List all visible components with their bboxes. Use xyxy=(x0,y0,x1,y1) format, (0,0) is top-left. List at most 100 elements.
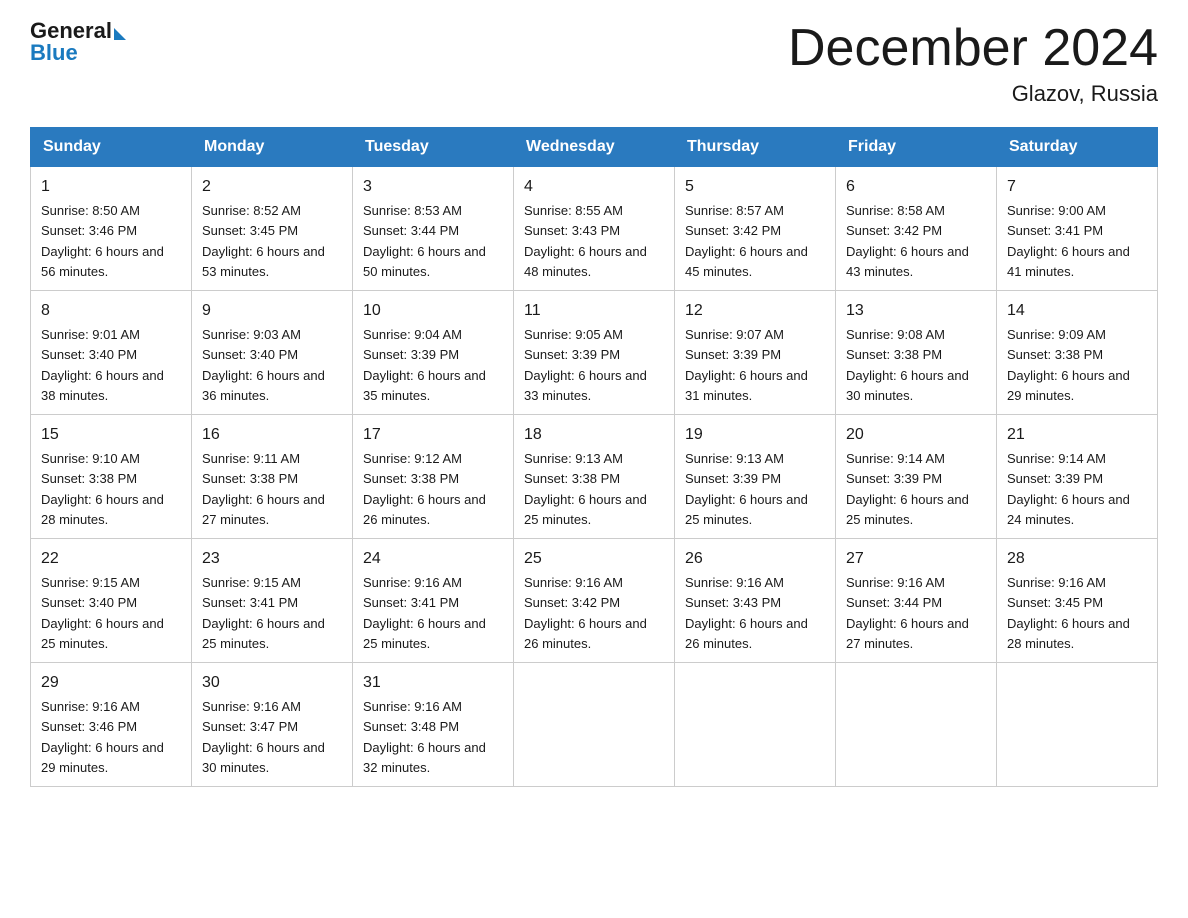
logo-general-text: General xyxy=(30,20,112,42)
calendar-week-1: 1 Sunrise: 8:50 AMSunset: 3:46 PMDayligh… xyxy=(31,167,1158,291)
day-info: Sunrise: 9:15 AMSunset: 3:40 PMDaylight:… xyxy=(41,575,164,651)
day-number: 17 xyxy=(363,423,503,447)
day-number: 19 xyxy=(685,423,825,447)
calendar-cell: 29 Sunrise: 9:16 AMSunset: 3:46 PMDaylig… xyxy=(31,663,192,787)
title-section: December 2024 Glazov, Russia xyxy=(788,20,1158,107)
calendar-cell: 28 Sunrise: 9:16 AMSunset: 3:45 PMDaylig… xyxy=(997,539,1158,663)
col-saturday: Saturday xyxy=(997,128,1158,167)
day-number: 5 xyxy=(685,175,825,199)
calendar-cell: 5 Sunrise: 8:57 AMSunset: 3:42 PMDayligh… xyxy=(675,167,836,291)
day-number: 10 xyxy=(363,299,503,323)
day-number: 11 xyxy=(524,299,664,323)
calendar-cell: 24 Sunrise: 9:16 AMSunset: 3:41 PMDaylig… xyxy=(353,539,514,663)
day-info: Sunrise: 9:08 AMSunset: 3:38 PMDaylight:… xyxy=(846,327,969,403)
day-info: Sunrise: 9:16 AMSunset: 3:43 PMDaylight:… xyxy=(685,575,808,651)
day-info: Sunrise: 9:03 AMSunset: 3:40 PMDaylight:… xyxy=(202,327,325,403)
calendar-week-2: 8 Sunrise: 9:01 AMSunset: 3:40 PMDayligh… xyxy=(31,291,1158,415)
col-monday: Monday xyxy=(192,128,353,167)
calendar-week-5: 29 Sunrise: 9:16 AMSunset: 3:46 PMDaylig… xyxy=(31,663,1158,787)
calendar-cell: 8 Sunrise: 9:01 AMSunset: 3:40 PMDayligh… xyxy=(31,291,192,415)
day-info: Sunrise: 8:55 AMSunset: 3:43 PMDaylight:… xyxy=(524,203,647,279)
day-info: Sunrise: 9:16 AMSunset: 3:41 PMDaylight:… xyxy=(363,575,486,651)
day-number: 30 xyxy=(202,671,342,695)
day-number: 12 xyxy=(685,299,825,323)
day-number: 14 xyxy=(1007,299,1147,323)
calendar-cell: 11 Sunrise: 9:05 AMSunset: 3:39 PMDaylig… xyxy=(514,291,675,415)
day-info: Sunrise: 9:09 AMSunset: 3:38 PMDaylight:… xyxy=(1007,327,1130,403)
calendar-cell: 7 Sunrise: 9:00 AMSunset: 3:41 PMDayligh… xyxy=(997,167,1158,291)
day-number: 6 xyxy=(846,175,986,199)
day-number: 9 xyxy=(202,299,342,323)
day-info: Sunrise: 9:00 AMSunset: 3:41 PMDaylight:… xyxy=(1007,203,1130,279)
day-info: Sunrise: 9:13 AMSunset: 3:38 PMDaylight:… xyxy=(524,451,647,527)
calendar-cell: 27 Sunrise: 9:16 AMSunset: 3:44 PMDaylig… xyxy=(836,539,997,663)
day-info: Sunrise: 8:52 AMSunset: 3:45 PMDaylight:… xyxy=(202,203,325,279)
calendar-cell: 10 Sunrise: 9:04 AMSunset: 3:39 PMDaylig… xyxy=(353,291,514,415)
day-info: Sunrise: 9:16 AMSunset: 3:47 PMDaylight:… xyxy=(202,699,325,775)
day-info: Sunrise: 9:01 AMSunset: 3:40 PMDaylight:… xyxy=(41,327,164,403)
calendar-cell: 18 Sunrise: 9:13 AMSunset: 3:38 PMDaylig… xyxy=(514,415,675,539)
calendar-week-3: 15 Sunrise: 9:10 AMSunset: 3:38 PMDaylig… xyxy=(31,415,1158,539)
day-number: 22 xyxy=(41,547,181,571)
day-number: 25 xyxy=(524,547,664,571)
day-info: Sunrise: 9:11 AMSunset: 3:38 PMDaylight:… xyxy=(202,451,325,527)
calendar-cell: 12 Sunrise: 9:07 AMSunset: 3:39 PMDaylig… xyxy=(675,291,836,415)
calendar-cell: 4 Sunrise: 8:55 AMSunset: 3:43 PMDayligh… xyxy=(514,167,675,291)
calendar-cell: 15 Sunrise: 9:10 AMSunset: 3:38 PMDaylig… xyxy=(31,415,192,539)
col-friday: Friday xyxy=(836,128,997,167)
calendar-cell xyxy=(836,663,997,787)
day-number: 20 xyxy=(846,423,986,447)
calendar-cell: 1 Sunrise: 8:50 AMSunset: 3:46 PMDayligh… xyxy=(31,167,192,291)
day-info: Sunrise: 9:16 AMSunset: 3:46 PMDaylight:… xyxy=(41,699,164,775)
day-number: 13 xyxy=(846,299,986,323)
calendar-cell xyxy=(997,663,1158,787)
calendar-header-row: Sunday Monday Tuesday Wednesday Thursday… xyxy=(31,128,1158,167)
day-number: 31 xyxy=(363,671,503,695)
day-number: 3 xyxy=(363,175,503,199)
location: Glazov, Russia xyxy=(788,81,1158,107)
calendar-cell: 16 Sunrise: 9:11 AMSunset: 3:38 PMDaylig… xyxy=(192,415,353,539)
day-info: Sunrise: 9:16 AMSunset: 3:48 PMDaylight:… xyxy=(363,699,486,775)
day-number: 18 xyxy=(524,423,664,447)
day-number: 1 xyxy=(41,175,181,199)
day-number: 2 xyxy=(202,175,342,199)
day-info: Sunrise: 9:07 AMSunset: 3:39 PMDaylight:… xyxy=(685,327,808,403)
day-number: 16 xyxy=(202,423,342,447)
month-title: December 2024 xyxy=(788,20,1158,77)
calendar-cell xyxy=(675,663,836,787)
day-number: 29 xyxy=(41,671,181,695)
day-info: Sunrise: 9:13 AMSunset: 3:39 PMDaylight:… xyxy=(685,451,808,527)
calendar-cell: 31 Sunrise: 9:16 AMSunset: 3:48 PMDaylig… xyxy=(353,663,514,787)
day-info: Sunrise: 9:04 AMSunset: 3:39 PMDaylight:… xyxy=(363,327,486,403)
day-info: Sunrise: 9:05 AMSunset: 3:39 PMDaylight:… xyxy=(524,327,647,403)
logo-arrow-icon xyxy=(114,28,126,40)
calendar-cell: 20 Sunrise: 9:14 AMSunset: 3:39 PMDaylig… xyxy=(836,415,997,539)
day-info: Sunrise: 9:12 AMSunset: 3:38 PMDaylight:… xyxy=(363,451,486,527)
day-number: 8 xyxy=(41,299,181,323)
day-number: 23 xyxy=(202,547,342,571)
day-number: 4 xyxy=(524,175,664,199)
logo-blue-text: Blue xyxy=(30,40,78,66)
calendar-cell: 9 Sunrise: 9:03 AMSunset: 3:40 PMDayligh… xyxy=(192,291,353,415)
day-number: 21 xyxy=(1007,423,1147,447)
logo: General Blue xyxy=(30,20,126,66)
calendar-cell: 3 Sunrise: 8:53 AMSunset: 3:44 PMDayligh… xyxy=(353,167,514,291)
calendar-cell: 21 Sunrise: 9:14 AMSunset: 3:39 PMDaylig… xyxy=(997,415,1158,539)
day-number: 15 xyxy=(41,423,181,447)
day-info: Sunrise: 8:50 AMSunset: 3:46 PMDaylight:… xyxy=(41,203,164,279)
day-number: 27 xyxy=(846,547,986,571)
day-number: 7 xyxy=(1007,175,1147,199)
col-tuesday: Tuesday xyxy=(353,128,514,167)
calendar-cell: 13 Sunrise: 9:08 AMSunset: 3:38 PMDaylig… xyxy=(836,291,997,415)
calendar-cell: 2 Sunrise: 8:52 AMSunset: 3:45 PMDayligh… xyxy=(192,167,353,291)
calendar-cell: 26 Sunrise: 9:16 AMSunset: 3:43 PMDaylig… xyxy=(675,539,836,663)
col-thursday: Thursday xyxy=(675,128,836,167)
page-header: General Blue December 2024 Glazov, Russi… xyxy=(30,20,1158,107)
calendar-table: Sunday Monday Tuesday Wednesday Thursday… xyxy=(30,127,1158,787)
calendar-cell: 17 Sunrise: 9:12 AMSunset: 3:38 PMDaylig… xyxy=(353,415,514,539)
calendar-week-4: 22 Sunrise: 9:15 AMSunset: 3:40 PMDaylig… xyxy=(31,539,1158,663)
day-number: 28 xyxy=(1007,547,1147,571)
day-info: Sunrise: 9:14 AMSunset: 3:39 PMDaylight:… xyxy=(846,451,969,527)
day-info: Sunrise: 8:57 AMSunset: 3:42 PMDaylight:… xyxy=(685,203,808,279)
day-info: Sunrise: 9:15 AMSunset: 3:41 PMDaylight:… xyxy=(202,575,325,651)
